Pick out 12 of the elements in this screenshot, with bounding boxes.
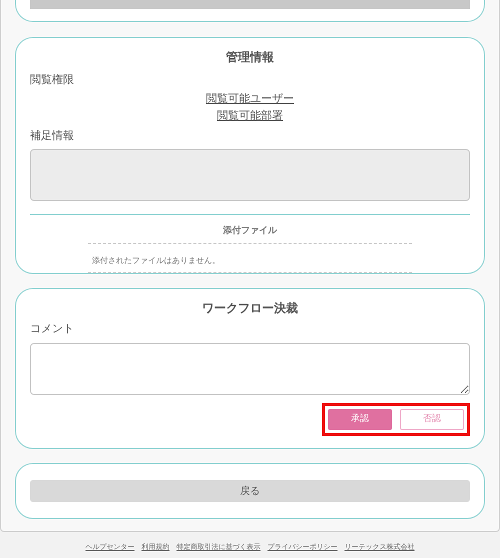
field-label: 補足情報 bbox=[30, 128, 75, 144]
field-label: コメント bbox=[30, 321, 75, 337]
approve-button[interactable]: 承認 bbox=[328, 409, 392, 430]
section-title: 管理情報 bbox=[225, 49, 275, 66]
field-label: 閲覧権限 bbox=[30, 72, 75, 88]
back-button[interactable]: 戻る bbox=[30, 480, 470, 502]
access-link[interactable]: 閲覧可能部署 bbox=[217, 108, 283, 124]
empty-message: 添付されたファイルはありません。 bbox=[92, 256, 220, 264]
comment-field[interactable] bbox=[30, 343, 470, 395]
access-link[interactable]: 閲覧可能ユーザー bbox=[206, 91, 294, 107]
section-title: ワークフロー決裁 bbox=[201, 300, 299, 317]
attachments-title: 添付ファイル bbox=[222, 225, 278, 238]
